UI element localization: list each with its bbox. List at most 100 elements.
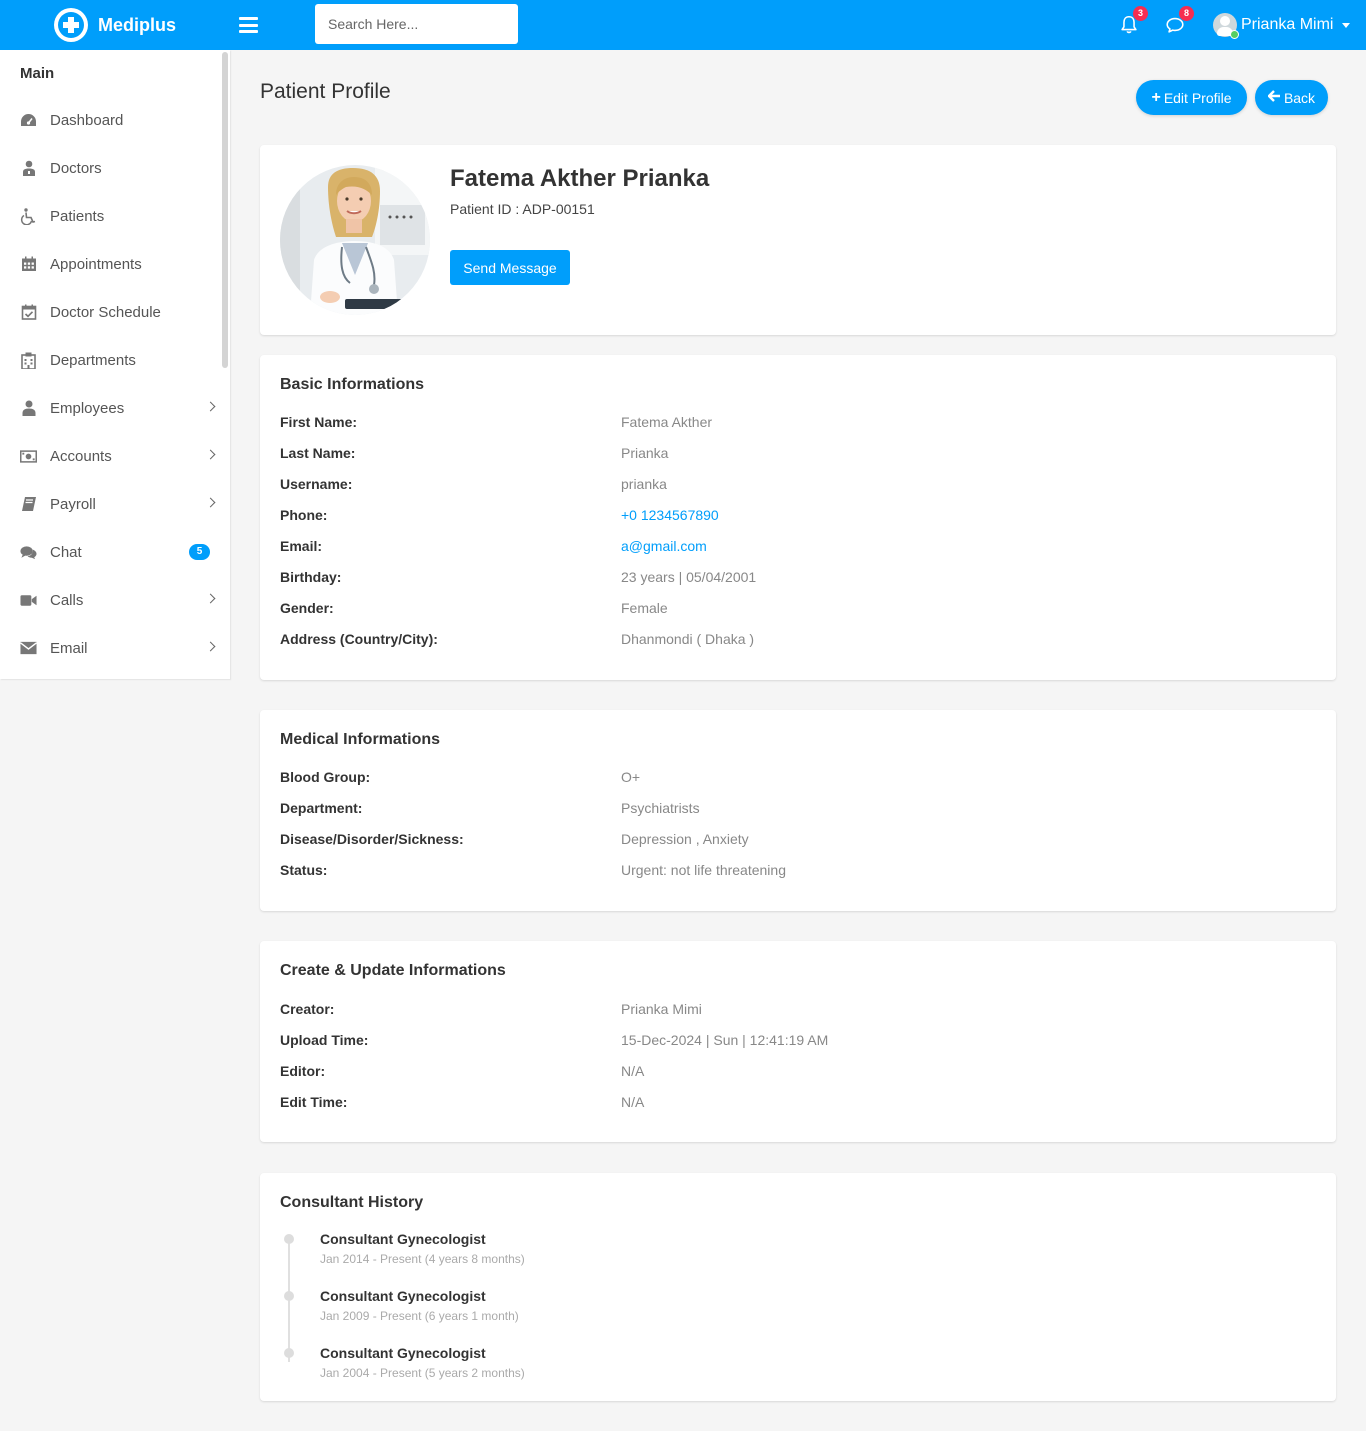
book-icon [20,496,37,513]
messages-button[interactable]: 8 [1164,6,1194,36]
info-label: Upload Time: [280,1032,369,1048]
info-label: Email: [280,538,323,554]
info-row-edit-time: Edit Time: N/A [280,1094,1320,1116]
edit-profile-label: Edit Profile [1163,89,1232,106]
money-icon [20,448,37,465]
sidebar-item-label: Doctor Schedule [50,303,161,321]
sidebar-item-appointments[interactable]: Appointments [0,240,230,288]
history-item-period: Jan 2014 - Present (4 years 8 months) [320,1252,525,1266]
info-label: Last Name: [280,445,356,461]
sidebar-item-email[interactable]: Email [0,624,230,672]
patient-photo [280,165,430,315]
history-item-period: Jan 2009 - Present (6 years 1 month) [320,1309,519,1323]
sidebar-item-label: Patients [50,207,105,225]
info-row-address: Address (Country/City): Dhanmondi ( Dhak… [280,631,1320,653]
sidebar-item-label: Appointments [50,255,142,273]
sidebar-item-label: Doctors [50,159,102,177]
info-row-blood-group: Blood Group: O+ [280,769,1320,791]
sidebar-section-title: Main [20,65,55,82]
user-name: Prianka Mimi [1241,16,1334,33]
info-label: Creator: [280,1001,335,1017]
messages-badge: 8 [1179,6,1194,21]
sidebar-item-calls[interactable]: Calls [0,576,230,624]
audit-info-card: Create & Update Informations Creator: Pr… [260,941,1336,1142]
basic-info-title: Basic Informations [280,376,425,393]
sidebar-item-departments[interactable]: Departments [0,336,230,384]
info-row-email: Email: a@gmail.com [280,538,1320,560]
medical-cross-icon [54,8,88,42]
sidebar-item-label: Payroll [50,495,96,513]
page-title: Patient Profile [260,80,391,103]
info-row-gender: Gender: Female [280,600,1320,622]
user-icon [20,400,37,417]
info-value: Psychiatrists [621,800,700,816]
chevron-right-icon [205,449,216,460]
info-row-creator: Creator: Prianka Mimi [280,1001,1320,1023]
email-link[interactable]: a@gmail.com [621,538,707,554]
sidebar-item-label: Chat [50,543,82,561]
arrow-left-icon [1267,89,1281,107]
comments-icon [20,544,37,561]
info-row-upload-time: Upload Time: 15-Dec-2024 | Sun | 12:41:1… [280,1032,1320,1054]
consultant-history-card: Consultant History Consultant Gynecologi… [260,1173,1336,1401]
info-value: Prianka [621,445,669,461]
sidebar-item-label: Dashboard [50,111,124,129]
search-input[interactable] [315,4,518,44]
menu-toggle-button[interactable] [239,17,258,33]
hospital-icon [20,352,37,369]
medical-info-title: Medical Informations [280,731,441,748]
sidebar: Main Dashboard Doctors Patients Appointm… [0,50,230,679]
basic-info-card: Basic Informations First Name: Fatema Ak… [260,355,1336,680]
back-button[interactable]: Back [1255,80,1328,115]
sidebar-item-doctor-schedule[interactable]: Doctor Schedule [0,288,230,336]
chevron-right-icon [205,401,216,412]
info-label: Birthday: [280,569,342,585]
info-value: N/A [621,1063,645,1079]
audit-info-title: Create & Update Informations [280,962,506,979]
brand-name: Mediplus [98,14,177,35]
history-item-title: Consultant Gynecologist [320,1231,486,1247]
history-item-title: Consultant Gynecologist [320,1288,486,1304]
sidebar-item-chat[interactable]: Chat 5 [0,528,230,576]
plus-icon: + [1151,88,1161,106]
info-label: Username: [280,476,353,492]
calendar-icon [20,256,37,273]
sidebar-item-doctors[interactable]: Doctors [0,144,230,192]
info-value: prianka [621,476,667,492]
info-label: Edit Time: [280,1094,348,1110]
info-row-disease: Disease/Disorder/Sickness: Depression , … [280,831,1320,853]
calendar-check-icon [20,304,37,321]
sidebar-item-label: Calls [50,591,84,609]
info-row-status: Status: Urgent: not life threatening [280,862,1320,884]
sidebar-item-employees[interactable]: Employees [0,384,230,432]
chat-count-badge: 5 [189,544,210,560]
phone-link[interactable]: +0 1234567890 [621,507,719,523]
brand-logo[interactable]: Mediplus [54,8,176,42]
user-menu[interactable]: Prianka Mimi [1213,12,1351,39]
consultant-history-title: Consultant History [280,1194,424,1211]
send-message-button[interactable]: Send Message [450,250,570,285]
info-row-editor: Editor: N/A [280,1063,1320,1085]
sidebar-item-dashboard[interactable]: Dashboard [0,96,230,144]
notifications-button[interactable]: 3 [1118,6,1148,36]
info-label: Editor: [280,1063,326,1079]
sidebar-item-patients[interactable]: Patients [0,192,230,240]
edit-profile-button[interactable]: + Edit Profile [1136,80,1247,115]
info-value: Fatema Akther [621,414,713,430]
sidebar-item-label: Employees [50,399,125,417]
info-row-birthday: Birthday: 23 years | 05/04/2001 [280,569,1320,591]
info-value: 15-Dec-2024 | Sun | 12:41:19 AM [621,1032,829,1048]
sidebar-item-accounts[interactable]: Accounts [0,432,230,480]
history-item-title: Consultant Gynecologist [320,1345,486,1361]
info-label: Gender: [280,600,334,616]
info-value: O+ [621,769,641,785]
wheelchair-icon [20,207,37,225]
sidebar-item-label: Email [50,639,88,657]
info-value: 23 years | 05/04/2001 [621,569,757,585]
medical-info-card: Medical Informations Blood Group: O+ Dep… [260,710,1336,911]
info-label: First Name: [280,414,358,430]
info-row-phone: Phone: +0 1234567890 [280,507,1320,529]
caret-down-icon [1342,22,1351,28]
sidebar-item-payroll[interactable]: Payroll [0,480,230,528]
timeline-dot [284,1291,294,1301]
